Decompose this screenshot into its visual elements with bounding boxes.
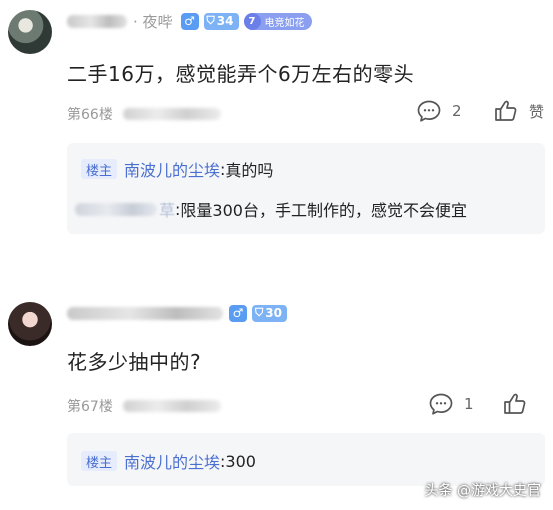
comment-post-67: ♂ ⛉ 30 花多少抽中的? 第67楼 1 楼主 南波儿的尘埃 : 300 — [0, 290, 553, 510]
avatar[interactable] — [8, 10, 52, 54]
user-info-row: ♂ ⛉ 30 — [67, 302, 292, 324]
reply-author-partial[interactable]: 草 — [159, 197, 175, 221]
reply-author[interactable]: 南波儿的尘埃 — [124, 449, 220, 473]
username-redacted[interactable] — [67, 14, 127, 28]
like-button[interactable] — [502, 392, 528, 416]
thumbs-up-icon — [502, 392, 528, 416]
like-label: 赞 — [529, 102, 545, 121]
username-redacted[interactable] — [67, 306, 223, 320]
level-badge: ⛉ 30 — [252, 304, 287, 322]
comment-meta: 第67楼 — [67, 396, 221, 416]
reply-item[interactable]: 楼主 南波儿的尘埃 : 300 — [81, 449, 256, 473]
comment-meta: 第66楼 — [67, 104, 221, 124]
comment-bubble-icon — [416, 99, 442, 123]
user-info-row: · 夜哔 ♂ ⛉ 34 7 电竞如花 — [67, 10, 317, 32]
comment-bubble-icon — [428, 392, 454, 416]
floor-number: 第66楼 — [67, 107, 113, 123]
reply-text: 300 — [225, 451, 256, 471]
timestamp-redacted — [122, 108, 221, 120]
comment-post-66: · 夜哔 ♂ ⛉ 34 7 电竞如花 二手16万，感觉能弄个6万左右的零头 第66楼… — [0, 0, 553, 250]
reply-author[interactable]: 南波儿的尘埃 — [124, 157, 220, 181]
comment-text: 花多少抽中的? — [67, 350, 202, 374]
timestamp-redacted — [122, 400, 221, 412]
reply-author-redacted[interactable] — [75, 202, 157, 216]
reply-box: 楼主 南波儿的尘埃 : 300 — [67, 433, 545, 486]
shield-icon: ⛉ — [255, 306, 264, 319]
comment-button[interactable]: 2 — [416, 99, 462, 123]
reply-item[interactable]: 楼主 南波儿的尘埃 : 真的吗 — [81, 157, 273, 181]
host-tag: 楼主 — [81, 451, 118, 471]
comment-text: 二手16万，感觉能弄个6万左右的零头 — [67, 62, 415, 86]
comment-button[interactable]: 1 — [428, 392, 474, 416]
fan-club-badge[interactable]: 7 电竞如花 — [243, 12, 312, 30]
male-icon: ♂ — [180, 12, 199, 30]
comment-count: 1 — [464, 395, 474, 413]
reply-text: 限量300台，手工制作的，感觉不会便宜 — [180, 201, 467, 220]
thumbs-up-icon — [493, 99, 519, 123]
shield-icon: ⛉ — [206, 14, 215, 27]
comment-count: 2 — [452, 102, 462, 120]
watermark: 头条 @游戏大史官 — [424, 483, 541, 499]
floor-number: 第67楼 — [67, 399, 113, 415]
male-icon: ♂ — [229, 304, 247, 322]
reply-text: 真的吗 — [225, 161, 274, 180]
reply-box: 楼主 南波儿的尘埃 : 真的吗 草 : 限量300台，手工制作的，感觉不会便宜 — [67, 143, 545, 234]
avatar[interactable] — [8, 302, 52, 346]
host-tag: 楼主 — [81, 159, 118, 179]
reply-item[interactable]: 草 : 限量300台，手工制作的，感觉不会便宜 — [75, 197, 467, 221]
level-badge: ⛉ 34 — [203, 12, 239, 30]
username[interactable]: · 夜哔 — [133, 11, 173, 32]
like-button[interactable]: 赞 — [493, 99, 544, 123]
